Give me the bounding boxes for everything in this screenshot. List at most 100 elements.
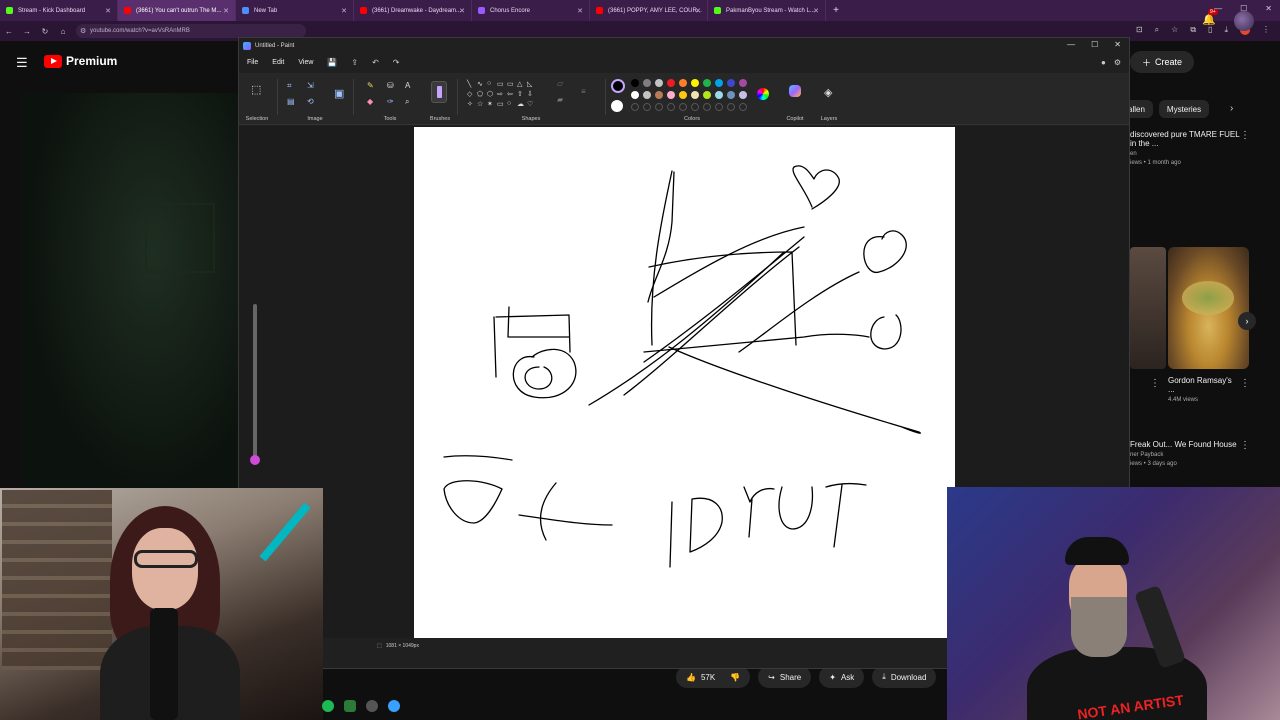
forward-icon[interactable]: →: [18, 27, 36, 36]
browser-tab[interactable]: (3661) POPPY, AMY LEE, COUR... ✕: [590, 0, 708, 21]
color-swatch[interactable]: [703, 103, 711, 111]
video-thumbnail[interactable]: [1168, 247, 1249, 369]
color-swatch[interactable]: [679, 79, 687, 87]
text-tool-icon[interactable]: A: [405, 81, 410, 90]
primary-color-swatch[interactable]: [611, 79, 625, 93]
color-swatch[interactable]: [703, 79, 711, 87]
recommendation-item[interactable]: discovered pure TMARE FUEL in the ... en…: [1130, 130, 1240, 166]
carousel-next-icon[interactable]: ›: [1238, 312, 1256, 330]
color-swatch[interactable]: [739, 79, 747, 87]
more-options-icon[interactable]: ⋮: [1240, 378, 1250, 389]
color-swatch[interactable]: [739, 103, 747, 111]
color-swatch[interactable]: [667, 79, 675, 87]
color-swatch[interactable]: [631, 79, 639, 87]
install-icon[interactable]: ⊡: [1136, 25, 1143, 37]
color-swatch[interactable]: [655, 91, 663, 99]
secondary-color-swatch[interactable]: [611, 100, 623, 112]
color-swatch[interactable]: [631, 103, 639, 111]
video-player[interactable]: [22, 93, 240, 493]
color-swatch[interactable]: [643, 103, 651, 111]
menu-edit[interactable]: Edit: [272, 59, 284, 66]
browser-tab[interactable]: Chorus Encore ✕: [472, 0, 590, 21]
hamburger-menu-icon[interactable]: ☰: [16, 55, 28, 71]
magnifier-icon[interactable]: ⌕: [405, 97, 409, 107]
color-picker-icon[interactable]: ✑: [387, 97, 394, 106]
star-icon[interactable]: ☆: [1171, 25, 1178, 37]
close-icon[interactable]: ✕: [1265, 4, 1272, 13]
zoom-slider-thumb[interactable]: [250, 455, 260, 465]
color-swatch[interactable]: [631, 91, 639, 99]
address-input[interactable]: ⚙ youtube.com/watch?v=avVsRAnMRB: [76, 24, 306, 38]
maximize-icon[interactable]: ☐: [1091, 40, 1098, 49]
more-options-icon[interactable]: ⋮: [1240, 440, 1250, 451]
color-swatch[interactable]: [655, 79, 663, 87]
ask-button[interactable]: ✦ Ask: [819, 666, 865, 688]
color-swatch[interactable]: [691, 91, 699, 99]
youtube-logo[interactable]: Premium: [44, 54, 117, 68]
browser-tab[interactable]: PakmanByou Stream - Watch L... ✕: [708, 0, 826, 21]
browser-tab[interactable]: Stream - Kick Dashboard ✕: [0, 0, 118, 21]
color-swatch[interactable]: [643, 91, 651, 99]
tab-close-icon[interactable]: ✕: [105, 7, 111, 15]
color-swatch[interactable]: [727, 103, 735, 111]
chevron-right-icon[interactable]: ›: [1230, 103, 1233, 114]
download-icon[interactable]: ⤓: [1224, 25, 1228, 37]
recommendation-item[interactable]: Gordon Ramsay's ... 4.4M views: [1168, 376, 1238, 403]
color-swatch[interactable]: [727, 91, 735, 99]
more-options-icon[interactable]: ⋮: [1150, 378, 1160, 389]
color-swatch[interactable]: [715, 103, 723, 111]
reload-icon[interactable]: ↻: [36, 27, 54, 36]
color-swatch[interactable]: [739, 91, 747, 99]
shape-size-icon[interactable]: ≡: [581, 87, 586, 96]
zoom-slider[interactable]: [250, 304, 260, 465]
browser-tab[interactable]: (3661) You can't outrun The M... ✕: [118, 0, 236, 21]
browser-tab[interactable]: (3661) Dreamwake - Daydream... ✕: [354, 0, 472, 21]
recommendation-item[interactable]: Freak Out... We Found House ner Payback …: [1130, 440, 1240, 467]
share-icon[interactable]: ⇪: [351, 58, 358, 67]
menu-view[interactable]: View: [298, 59, 313, 66]
account-avatar[interactable]: [1234, 11, 1254, 31]
save-icon[interactable]: 💾: [327, 58, 337, 67]
zoom-icon[interactable]: ⌕: [1155, 25, 1159, 37]
pencil-icon[interactable]: ✎: [367, 81, 374, 90]
shape-outline-icon[interactable]: ▱: [557, 79, 563, 88]
paint-taskbar-icon[interactable]: [388, 700, 400, 712]
color-swatch[interactable]: [643, 79, 651, 87]
menu-file[interactable]: File: [247, 59, 258, 66]
account-icon[interactable]: ●: [1101, 58, 1106, 67]
shape-fill-icon[interactable]: ▰: [557, 95, 563, 104]
spotify-icon[interactable]: [322, 700, 334, 712]
color-swatch[interactable]: [715, 91, 723, 99]
like-button[interactable]: 👍 57K 👎: [676, 666, 751, 688]
color-swatch[interactable]: [691, 103, 699, 111]
app-icon[interactable]: [344, 700, 356, 712]
tab-close-icon[interactable]: ✕: [341, 7, 347, 15]
download-button[interactable]: ⤓ Download: [872, 666, 937, 688]
color-swatch[interactable]: [727, 79, 735, 87]
app-icon[interactable]: [366, 700, 378, 712]
background-remove-icon[interactable]: ▣: [334, 87, 344, 100]
chip-mysteries[interactable]: Mysteries: [1158, 100, 1210, 118]
back-icon[interactable]: ←: [0, 27, 18, 36]
minimize-icon[interactable]: —: [1067, 40, 1075, 49]
browser-tab[interactable]: New Tab ✕: [236, 0, 354, 21]
new-tab-button[interactable]: +: [826, 5, 846, 16]
color-swatch[interactable]: [667, 103, 675, 111]
drawing-canvas[interactable]: [414, 127, 955, 651]
image-select-icon[interactable]: ▤: [287, 97, 295, 106]
color-swatch[interactable]: [691, 79, 699, 87]
share-button[interactable]: ↪ Share: [758, 666, 812, 688]
more-options-icon[interactable]: ⋮: [1240, 130, 1250, 141]
undo-icon[interactable]: ↶: [372, 58, 379, 67]
extensions-icon[interactable]: ⧉: [1190, 25, 1196, 37]
thumbs-down-icon[interactable]: 👎: [730, 673, 740, 682]
copilot-icon[interactable]: [789, 85, 801, 97]
select-rectangle-icon[interactable]: ⬚: [251, 83, 261, 96]
crop-icon[interactable]: ⌗: [287, 81, 292, 91]
color-swatch[interactable]: [679, 103, 687, 111]
tab-close-icon[interactable]: ✕: [813, 7, 819, 15]
color-swatch[interactable]: [715, 79, 723, 87]
brush-selector[interactable]: [431, 81, 447, 103]
menu-icon[interactable]: ⋮: [1262, 25, 1270, 37]
rotate-icon[interactable]: ⟲: [307, 97, 314, 106]
